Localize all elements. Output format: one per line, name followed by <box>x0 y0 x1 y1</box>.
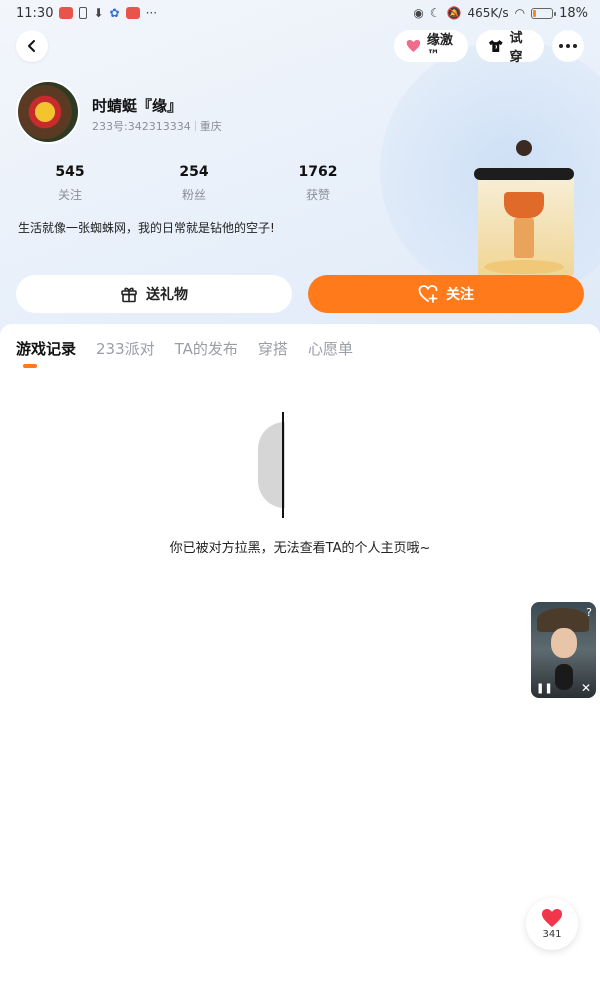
stat-value: 1762 <box>298 164 338 180</box>
pause-icon[interactable]: ❚❚ <box>536 683 553 694</box>
stat-label: 粉丝 <box>181 188 206 202</box>
content-panel: 游戏记录 233派对 TA的发布 穿搭 心愿单 你已被对方拉黑，无法查看TA的个… <box>0 324 600 1000</box>
yuanji-label: 缘激™ <box>426 33 453 63</box>
back-icon <box>28 40 35 52</box>
eye-icon: ◉ <box>413 6 424 20</box>
profile-meta: 233号:342313334 重庆 <box>92 118 222 134</box>
tshirt-icon <box>488 39 503 53</box>
try-on-label: 试穿 <box>509 31 523 65</box>
follow-label: 关注 <box>446 287 474 303</box>
more-options-button[interactable] <box>552 30 584 62</box>
tab-233-party[interactable]: 233派对 <box>96 338 155 359</box>
meta-divider <box>194 121 196 131</box>
moon-icon: ☾ <box>429 6 441 20</box>
app-logo-icon: ✿ <box>109 6 120 20</box>
tab-game-records[interactable]: 游戏记录 <box>16 338 76 359</box>
like-count: 341 <box>542 929 562 940</box>
battery-percent: 18% <box>559 5 588 21</box>
send-gift-button[interactable]: 送礼物 <box>16 275 292 313</box>
device-icon <box>79 7 88 19</box>
tab-posts[interactable]: TA的发布 <box>175 338 238 359</box>
illustration-line <box>282 412 284 518</box>
send-gift-label: 送礼物 <box>146 287 188 303</box>
tab-wishlist[interactable]: 心愿单 <box>308 338 353 359</box>
yuanji-button[interactable]: 缘激™ <box>394 30 468 63</box>
gift-icon <box>121 287 137 303</box>
close-icon[interactable]: ✕ <box>581 681 591 695</box>
avatar[interactable] <box>16 80 80 144</box>
stat-likes[interactable]: 1762 获赞 <box>273 164 363 203</box>
figure-head <box>516 140 532 156</box>
video-thumbnail-mic <box>555 664 573 690</box>
floating-video-window[interactable]: ? ❚❚ ✕ <box>531 602 596 698</box>
heart-icon <box>406 40 421 52</box>
net-speed: 465K/s <box>467 6 509 20</box>
status-bar: 11:30 ⬇ ✿ ··· ◉ ☾ 🔕 465K/s ◠ 18% <box>0 0 600 26</box>
like-button[interactable]: 341 <box>526 898 578 950</box>
status-time: 11:30 <box>16 5 54 21</box>
figure-dress <box>504 192 544 218</box>
profile-id: 233号:342313334 <box>92 120 191 133</box>
stat-value: 254 <box>179 164 209 180</box>
profile-stats: 545 关注 254 粉丝 1762 获赞 <box>0 164 360 204</box>
app-notification-icon <box>59 7 74 19</box>
tab-outfits[interactable]: 穿搭 <box>258 338 288 359</box>
help-icon[interactable]: ? <box>586 606 592 619</box>
blocked-illustration <box>256 412 316 522</box>
figure-legs <box>514 218 534 258</box>
heart-icon <box>542 909 562 927</box>
profile-name: 时蜻蜓『缘』 <box>92 97 183 115</box>
profile-tabs: 游戏记录 233派对 TA的发布 穿搭 心愿单 <box>16 338 353 359</box>
character-figure[interactable] <box>474 134 574 276</box>
profile-location: 重庆 <box>199 120 222 133</box>
wifi-icon: ◠ <box>514 6 526 20</box>
try-on-button[interactable]: 试穿 <box>476 30 544 65</box>
stat-label: 关注 <box>57 188 82 202</box>
active-tab-indicator <box>23 364 37 368</box>
battery-icon <box>531 7 557 19</box>
follow-button[interactable]: 关注 <box>308 275 584 313</box>
stat-label: 获赞 <box>305 188 330 202</box>
app-notification-icon <box>125 7 140 19</box>
video-thumbnail-face <box>551 628 577 658</box>
profile-bio: 生活就像一张蜘蛛网，我的日常就是钻他的空子! <box>18 221 275 235</box>
figure-accessory <box>474 168 574 180</box>
stat-following[interactable]: 545 关注 <box>25 164 115 203</box>
stat-value: 545 <box>55 164 85 180</box>
add-heart-icon <box>418 285 438 303</box>
back-button[interactable] <box>16 30 48 62</box>
figure-base <box>484 260 564 274</box>
download-icon: ⬇ <box>93 6 104 20</box>
more-notifications-icon: ··· <box>145 6 158 20</box>
mute-icon: 🔕 <box>446 6 462 20</box>
blocked-message: 你已被对方拉黑，无法查看TA的个人主页哦~ <box>169 541 431 556</box>
stat-followers[interactable]: 254 粉丝 <box>149 164 239 203</box>
illustration-half-circle <box>258 422 285 508</box>
more-icon <box>559 44 563 48</box>
